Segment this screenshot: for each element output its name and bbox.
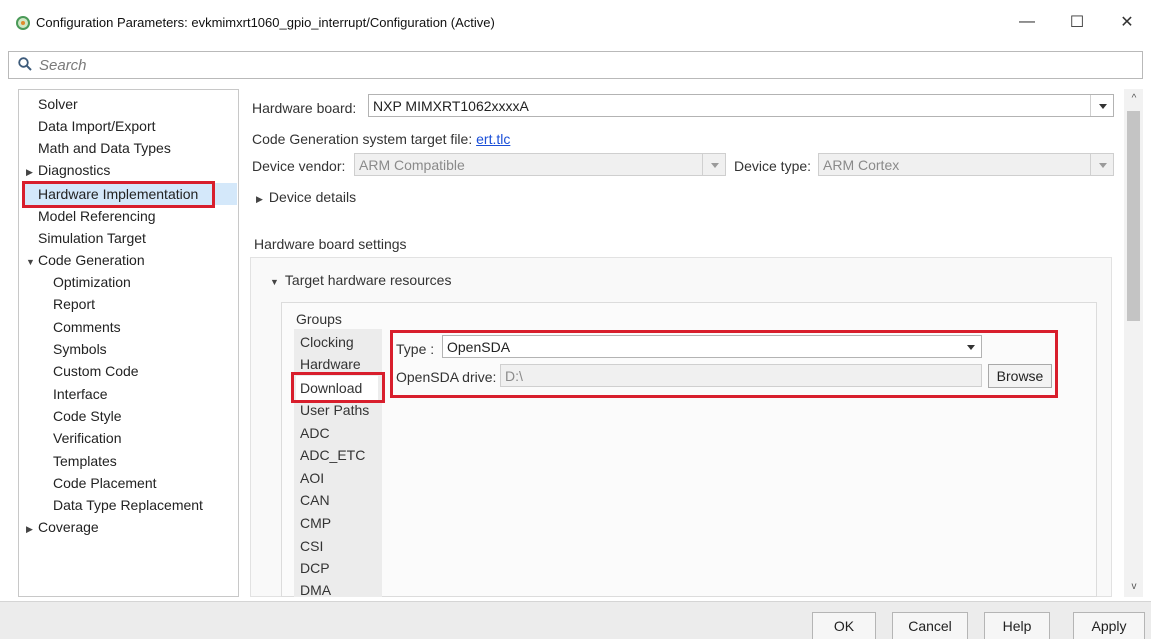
dropdown-arrow-icon bbox=[1099, 163, 1107, 168]
close-button[interactable]: ✕ bbox=[1112, 10, 1142, 34]
device-type-label: Device type: bbox=[734, 158, 812, 174]
nav-item-coverage[interactable]: ▶ Coverage bbox=[26, 516, 99, 538]
hardware-board-settings-heading: Hardware board settings bbox=[254, 236, 407, 252]
collapse-caret-icon[interactable]: ▼ bbox=[26, 251, 38, 273]
download-type-dropdown[interactable]: OpenSDA bbox=[442, 335, 982, 358]
dialog-footer: OK Cancel Help Apply bbox=[0, 601, 1151, 639]
search-bar[interactable] bbox=[8, 51, 1143, 79]
group-item-hardware[interactable]: Hardware bbox=[300, 356, 361, 372]
group-item-adc[interactable]: ADC bbox=[300, 425, 330, 441]
expand-caret-icon[interactable]: ▶ bbox=[26, 518, 38, 540]
nav-item-interface[interactable]: Interface bbox=[53, 383, 107, 405]
nav-item-code-style[interactable]: Code Style bbox=[53, 405, 121, 427]
opensda-drive-label: OpenSDA drive: bbox=[396, 369, 497, 385]
scroll-down-icon[interactable]: v bbox=[1129, 582, 1139, 592]
apply-button[interactable]: Apply bbox=[1073, 612, 1145, 639]
group-item-user-paths[interactable]: User Paths bbox=[300, 402, 369, 418]
nav-item-math-and-data-types[interactable]: Math and Data Types bbox=[38, 137, 171, 159]
target-hardware-resources-expander[interactable]: ▼ Target hardware resources bbox=[270, 272, 451, 288]
simulink-app-icon bbox=[16, 16, 30, 30]
group-item-dcp[interactable]: DCP bbox=[300, 560, 330, 576]
nav-item-templates[interactable]: Templates bbox=[53, 450, 117, 472]
cancel-button[interactable]: Cancel bbox=[892, 612, 968, 639]
group-item-adc-etc[interactable]: ADC_ETC bbox=[300, 447, 365, 463]
nav-item-verification[interactable]: Verification bbox=[53, 427, 121, 449]
scroll-thumb[interactable] bbox=[1127, 111, 1140, 321]
nav-item-custom-code[interactable]: Custom Code bbox=[53, 360, 139, 382]
hardware-board-label: Hardware board: bbox=[252, 100, 357, 116]
maximize-button[interactable]: ☐ bbox=[1062, 10, 1092, 34]
device-vendor-label: Device vendor: bbox=[252, 158, 346, 174]
target-file-label: Code Generation system target file: ert.… bbox=[252, 131, 511, 147]
nav-item-code-generation[interactable]: ▼ Code Generation bbox=[26, 249, 145, 271]
dropdown-arrow-icon bbox=[1099, 104, 1107, 109]
target-file-link[interactable]: ert.tlc bbox=[476, 131, 510, 147]
vertical-scrollbar[interactable]: ^ v bbox=[1124, 89, 1143, 597]
group-item-aoi[interactable]: AOI bbox=[300, 470, 324, 486]
device-vendor-dropdown: ARM Compatible bbox=[354, 153, 726, 176]
hardware-board-dropdown[interactable]: NXP MIMXRT1062xxxxA bbox=[368, 94, 1114, 117]
expand-caret-icon[interactable]: ▶ bbox=[26, 161, 38, 183]
device-details-expander[interactable]: ▶ Device details bbox=[256, 189, 356, 205]
nav-item-comments[interactable]: Comments bbox=[53, 316, 121, 338]
nav-item-solver[interactable]: Solver bbox=[38, 93, 78, 115]
nav-item-hardware-implementation[interactable]: Hardware Implementation bbox=[25, 183, 237, 205]
nav-item-optimization[interactable]: Optimization bbox=[53, 271, 131, 293]
opensda-drive-input: D:\ bbox=[500, 364, 982, 387]
minimize-button[interactable]: — bbox=[1012, 10, 1042, 34]
group-item-can[interactable]: CAN bbox=[300, 492, 330, 508]
nav-item-data-import-export[interactable]: Data Import/Export bbox=[38, 115, 156, 137]
dropdown-arrow-icon bbox=[711, 163, 719, 168]
browse-button[interactable]: Browse bbox=[988, 364, 1052, 388]
type-label: Type : bbox=[396, 341, 435, 357]
collapse-caret-icon: ▼ bbox=[270, 277, 279, 287]
device-type-dropdown: ARM Cortex bbox=[818, 153, 1114, 176]
search-icon bbox=[18, 57, 32, 71]
nav-item-code-placement[interactable]: Code Placement bbox=[53, 472, 157, 494]
window-title: Configuration Parameters: evkmimxrt1060_… bbox=[36, 15, 495, 30]
ok-button[interactable]: OK bbox=[812, 612, 876, 639]
nav-item-symbols[interactable]: Symbols bbox=[53, 338, 107, 360]
group-item-download[interactable]: Download bbox=[296, 376, 378, 400]
expand-caret-icon: ▶ bbox=[256, 194, 263, 204]
nav-item-model-referencing[interactable]: Model Referencing bbox=[38, 205, 156, 227]
scroll-up-icon[interactable]: ^ bbox=[1129, 94, 1139, 104]
group-item-clocking[interactable]: Clocking bbox=[300, 334, 354, 350]
search-input[interactable] bbox=[39, 54, 1129, 76]
nav-item-data-type-replacement[interactable]: Data Type Replacement bbox=[53, 494, 203, 516]
groups-title: Groups bbox=[296, 311, 342, 327]
group-item-dma[interactable]: DMA bbox=[300, 582, 331, 596]
dropdown-arrow-icon bbox=[967, 345, 975, 350]
nav-item-simulation-target[interactable]: Simulation Target bbox=[38, 227, 146, 249]
nav-item-report[interactable]: Report bbox=[53, 293, 95, 315]
help-button[interactable]: Help bbox=[984, 612, 1050, 639]
nav-item-diagnostics[interactable]: ▶ Diagnostics bbox=[26, 159, 110, 181]
title-bar: Configuration Parameters: evkmimxrt1060_… bbox=[0, 0, 1151, 46]
group-item-csi[interactable]: CSI bbox=[300, 538, 323, 554]
group-item-cmp[interactable]: CMP bbox=[300, 515, 331, 531]
